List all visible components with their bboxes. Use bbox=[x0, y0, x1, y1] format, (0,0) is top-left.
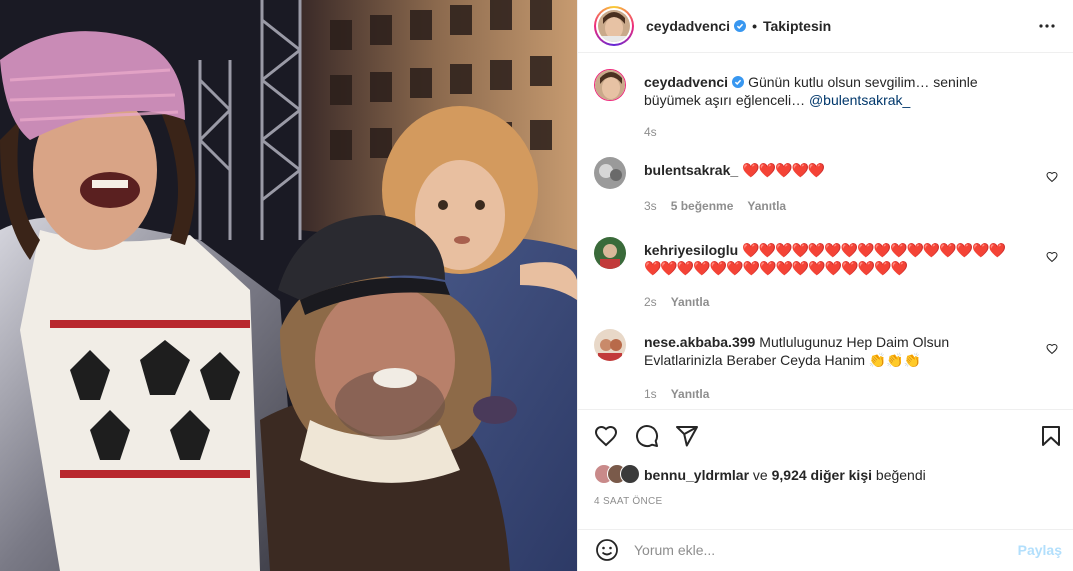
comment-input[interactable] bbox=[634, 538, 994, 562]
comment-username[interactable]: bulentsakrak_ bbox=[644, 162, 738, 178]
heart-icon[interactable] bbox=[594, 424, 618, 448]
likes-summary: bennu_yldrmlar ve 9,924 diğer kişi beğen… bbox=[594, 464, 926, 486]
comment-text-block: nese.akbaba.399 Mutlulugunuz Hep Daim Ols… bbox=[644, 333, 1016, 369]
verified-badge-icon bbox=[732, 76, 745, 88]
comment-meta: 3s 5 beğenme Yanıtla bbox=[644, 199, 800, 213]
liker-username[interactable]: bennu_yldrmlar bbox=[644, 467, 749, 483]
comment-time[interactable]: 3s bbox=[644, 199, 657, 213]
header-separator: • bbox=[752, 18, 757, 34]
paper-plane-icon[interactable] bbox=[675, 424, 699, 448]
caption-text-block: ceydadvenci Günün kutlu olsun sevgilim… s… bbox=[644, 73, 1016, 109]
caption-avatar[interactable] bbox=[594, 69, 626, 101]
comment-like-heart-icon[interactable] bbox=[1046, 343, 1058, 355]
comments-list: ceydadvenci Günün kutlu olsun sevgilim… s… bbox=[578, 53, 1073, 409]
caption-meta: 4s bbox=[644, 125, 671, 139]
post-timestamp[interactable]: 4 saat önce bbox=[594, 496, 663, 507]
likes-suffix: beğendi bbox=[872, 467, 926, 483]
post-header: ceydadvenci • Takiptesin bbox=[578, 0, 1073, 52]
comment-text-block: kehriyesiloglu ❤️❤️❤️❤️❤️❤️❤️❤️❤️❤️❤️❤️❤️… bbox=[644, 241, 1016, 277]
liker-avatars[interactable] bbox=[594, 464, 644, 486]
comment-like-heart-icon[interactable] bbox=[1046, 171, 1058, 183]
more-options-icon[interactable] bbox=[1038, 18, 1056, 34]
comment-meta: 2s Yanıtla bbox=[644, 295, 723, 309]
comment-like-count[interactable]: 5 beğenme bbox=[671, 199, 734, 213]
comment-username[interactable]: nese.akbaba.399 bbox=[644, 334, 755, 350]
action-bar bbox=[578, 420, 1073, 452]
comment-time[interactable]: 1s bbox=[644, 387, 657, 401]
comment-item: bulentsakrak_ ❤️❤️❤️❤️❤️ 3s 5 beğenme Yanıt… bbox=[594, 157, 1058, 217]
reply-button[interactable]: Yanıtla bbox=[671, 295, 710, 309]
follow-status-button[interactable]: Takiptesin bbox=[763, 18, 831, 34]
other-likers-link[interactable]: 9,924 diğer kişi bbox=[772, 467, 872, 483]
caption-mention-link[interactable]: @bulentsakrak_ bbox=[809, 92, 910, 108]
author-avatar[interactable] bbox=[594, 6, 634, 46]
comment-item: kehriyesiloglu ❤️❤️❤️❤️❤️❤️❤️❤️❤️❤️❤️❤️❤️… bbox=[594, 237, 1058, 313]
likes-connector: ve bbox=[749, 467, 772, 483]
bookmark-icon[interactable] bbox=[1039, 424, 1063, 448]
caption-username[interactable]: ceydadvenci bbox=[644, 74, 728, 90]
caption: ceydadvenci Günün kutlu olsun sevgilim… s… bbox=[594, 69, 1058, 149]
author-username[interactable]: ceydadvenci bbox=[646, 18, 730, 34]
emoji-icon[interactable] bbox=[595, 538, 619, 562]
comment-username[interactable]: kehriyesiloglu bbox=[644, 242, 738, 258]
comments-divider bbox=[578, 409, 1073, 410]
commenter-avatar[interactable] bbox=[594, 157, 626, 189]
comment-meta: 1s Yanıtla bbox=[644, 387, 723, 401]
comment-icon[interactable] bbox=[635, 424, 659, 448]
caption-time[interactable]: 4s bbox=[644, 125, 657, 139]
reply-button[interactable]: Yanıtla bbox=[671, 387, 710, 401]
comment-text: ❤️❤️❤️❤️❤️ bbox=[742, 162, 825, 178]
comment-time[interactable]: 2s bbox=[644, 295, 657, 309]
comment-like-heart-icon[interactable] bbox=[1046, 251, 1058, 263]
add-comment-bar: Paylaş bbox=[578, 530, 1073, 571]
commenter-avatar[interactable] bbox=[594, 329, 626, 361]
reply-button[interactable]: Yanıtla bbox=[747, 199, 786, 213]
post-details-panel: ceydadvenci • Takiptesin ceydadvenci Günü… bbox=[577, 0, 1073, 571]
comment-text-block: bulentsakrak_ ❤️❤️❤️❤️❤️ bbox=[644, 161, 1016, 179]
post-comment-button[interactable]: Paylaş bbox=[1018, 542, 1062, 558]
verified-badge-icon bbox=[734, 20, 747, 32]
commenter-avatar[interactable] bbox=[594, 237, 626, 269]
comment-item: nese.akbaba.399 Mutlulugunuz Hep Daim Ols… bbox=[594, 329, 1058, 405]
post-photo[interactable] bbox=[0, 0, 577, 571]
